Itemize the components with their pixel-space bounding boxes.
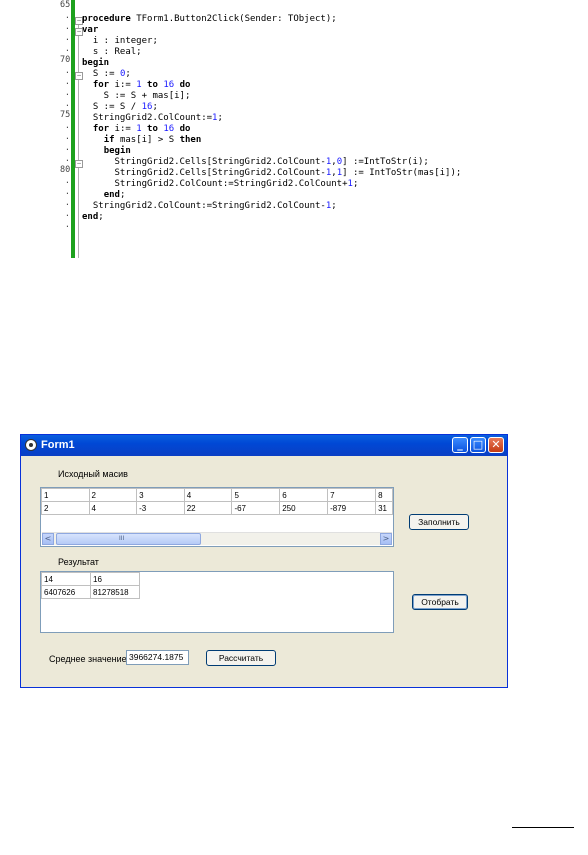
line-number: . <box>64 154 70 164</box>
code-line: S := S + mas[i]; <box>82 91 191 101</box>
line-number: 80 <box>60 165 71 175</box>
line-number: . <box>64 143 70 153</box>
result-grid-table: 14 16 6407626 81278518 <box>41 572 140 599</box>
code-line: for i:= 1 to 16 do <box>92 124 191 134</box>
line-number: . <box>64 66 70 76</box>
grid-cell[interactable]: 6407626 <box>41 585 91 599</box>
grid-cell[interactable]: 14 <box>41 572 91 586</box>
line-number: 65 <box>60 0 71 10</box>
grid-cell[interactable]: 1 <box>41 488 90 502</box>
minimize-button[interactable]: _ <box>452 437 468 453</box>
grid-cell[interactable]: 31 <box>375 501 393 515</box>
code-line: StringGrid2.Cells[StringGrid2.ColCount-1… <box>82 157 429 167</box>
grid-row: 12345678 <box>41 488 393 502</box>
code-line: StringGrid2.ColCount:=StringGrid2.ColCou… <box>82 201 337 211</box>
grid-row: 2 4 -3 22 -67 250 -879 31 <box>41 501 393 515</box>
select-button[interactable]: Отобрать <box>412 594 468 610</box>
code-line: if mas[i] > S then <box>103 135 202 145</box>
line-number: . <box>64 22 70 32</box>
app-icon <box>25 439 37 451</box>
title-bar[interactable]: Form1 _ □ ✕ <box>21 435 507 456</box>
grid-cell[interactable]: 6 <box>279 488 329 502</box>
line-number: . <box>64 44 70 54</box>
calculate-button[interactable]: Рассчитать <box>206 650 276 666</box>
line-number: . <box>64 121 70 131</box>
line-number: . <box>64 77 70 87</box>
code-line: StringGrid2.ColCount:=StringGrid2.ColCou… <box>82 179 359 189</box>
scroll-thumb[interactable]: III <box>56 533 201 545</box>
line-number: 75 <box>60 110 71 120</box>
code-line: s : Real; <box>82 47 142 57</box>
line-number-gutter: 65.... 70.... 75.... 80..... <box>60 0 70 258</box>
line-number: . <box>64 198 70 208</box>
line-number: . <box>64 99 70 109</box>
code-line: S := S / 16; <box>82 102 158 112</box>
code-line: begin <box>82 58 110 68</box>
page-footer-rule <box>512 827 574 828</box>
line-number: . <box>64 176 70 186</box>
code-lines: procedure TForm1.Button2Click(Sender: TO… <box>82 3 461 223</box>
grid-cell[interactable]: 7 <box>327 488 377 502</box>
grid-cell[interactable]: 4 <box>88 501 138 515</box>
code-line: for i:= 1 to 16 do <box>92 80 191 90</box>
grid-cell[interactable]: -879 <box>327 501 377 515</box>
grid-cell[interactable]: 2 <box>88 488 138 502</box>
line-number: . <box>64 88 70 98</box>
source-grid-table: 1 2 3 4 5 6 7 8 2 4 -3 22 -67 250 -879 31 <box>41 488 393 515</box>
code-line: S := 0; <box>82 69 131 79</box>
code-line: i : integer; <box>82 36 158 46</box>
code-line: StringGrid2.ColCount:=1; <box>82 113 223 123</box>
grid-cell[interactable]: 2 <box>41 501 90 515</box>
code-line: end; <box>82 212 104 222</box>
line-number: 70 <box>60 55 71 65</box>
grid-row: 14 16 <box>41 572 140 586</box>
grid-cell[interactable]: -67 <box>231 501 281 515</box>
fill-button[interactable]: Заполнить <box>409 514 469 530</box>
close-button[interactable]: ✕ <box>488 437 504 453</box>
grid-row: 6407626 81278518 <box>41 585 140 599</box>
grid-cell[interactable]: -3 <box>136 501 185 515</box>
line-number: . <box>64 33 70 43</box>
line-number: . <box>64 187 70 197</box>
scroll-right-icon[interactable]: > <box>380 533 392 545</box>
source-grid[interactable]: 1 2 3 4 5 6 7 8 2 4 -3 22 -67 250 -879 31 < III > <box>40 487 394 547</box>
grid-cell[interactable]: 3 <box>136 488 185 502</box>
modified-lines-bar <box>71 0 75 258</box>
maximize-button[interactable]: □ <box>470 437 486 453</box>
code-editor[interactable]: 65.... 70.... 75.... 80..... − − − − proced… <box>60 0 498 258</box>
grid-cell[interactable]: 250 <box>279 501 329 515</box>
code-line: end; <box>103 190 126 200</box>
scroll-left-icon[interactable]: < <box>42 533 54 545</box>
result-label: Результат <box>58 557 99 567</box>
result-grid[interactable]: 14 16 6407626 81278518 <box>40 571 394 633</box>
grid-cell[interactable]: 16 <box>90 572 140 586</box>
average-label: Среднее значение <box>49 654 127 664</box>
grid-cell[interactable]: 81278518 <box>90 585 140 599</box>
code-line: begin <box>103 146 131 156</box>
line-number: . <box>64 11 70 21</box>
grid-cell[interactable]: 8 <box>375 488 393 502</box>
form-window: Form1 _ □ ✕ Исходный масив 1 2 3 4 5 6 7 8 2 4 -3 2… <box>20 434 508 688</box>
grid-cell[interactable]: 5 <box>231 488 281 502</box>
horizontal-scrollbar[interactable]: < III > <box>42 532 392 545</box>
code-line: procedure TForm1.Button2Click(Sender: TO… <box>82 14 337 24</box>
source-array-label: Исходный масив <box>58 469 128 479</box>
code-line: StringGrid2.Cells[StringGrid2.ColCount-1… <box>82 168 462 178</box>
average-value-field[interactable]: 3966274.1875 <box>126 650 189 665</box>
scroll-thumb-grip: III <box>119 535 125 542</box>
grid-cell[interactable]: 22 <box>183 501 233 515</box>
code-line: var <box>82 25 99 35</box>
line-number: . <box>64 220 70 230</box>
grid-cell[interactable]: 4 <box>183 488 233 502</box>
fold-guide <box>78 18 79 258</box>
line-number: . <box>64 132 70 142</box>
window-title: Form1 <box>41 439 75 451</box>
line-number: . <box>64 209 70 219</box>
